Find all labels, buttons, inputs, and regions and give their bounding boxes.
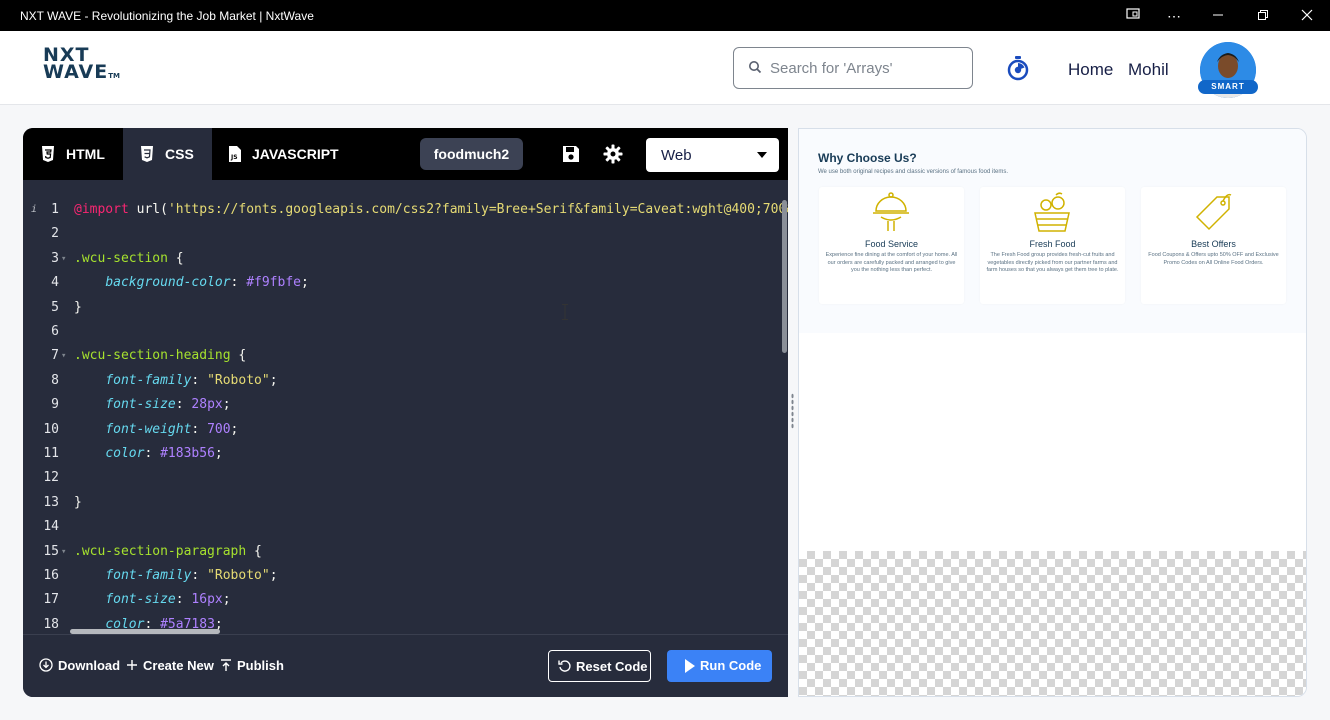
publish-icon xyxy=(221,659,231,671)
code-line: 2 xyxy=(51,226,59,242)
card-description: Food Coupons & Offers upto 50% OFF and E… xyxy=(1148,252,1279,266)
vertical-scrollbar[interactable] xyxy=(782,200,787,353)
transparent-background-area xyxy=(799,551,1306,696)
nav-home-link[interactable]: Home xyxy=(1068,60,1113,80)
fold-arrow-icon[interactable]: ▾ xyxy=(61,540,66,564)
code-line: 5} xyxy=(51,299,82,315)
cast-icon[interactable] xyxy=(1123,6,1143,26)
panel-resize-handle[interactable] xyxy=(788,128,798,697)
nxtwave-logo[interactable]: NXT WAVETM xyxy=(43,46,120,85)
search-box[interactable] xyxy=(733,47,973,89)
restore-icon[interactable] xyxy=(1253,6,1273,26)
reset-code-label: Reset Code xyxy=(576,659,648,674)
logo-line2: WAVE xyxy=(43,61,109,83)
smart-badge: SMART xyxy=(1198,80,1258,94)
card-description: The Fresh Food group provides fresh-cut … xyxy=(986,252,1119,273)
preview-panel: Why Choose Us? We use both original reci… xyxy=(798,128,1307,697)
run-code-button[interactable]: Run Code xyxy=(667,650,772,682)
tab-javascript[interactable]: JS JAVASCRIPT xyxy=(212,128,352,180)
code-area[interactable]: i 1 @import url('https://fonts.googleapis.… xyxy=(23,198,788,631)
save-icon[interactable] xyxy=(562,145,580,163)
fresh-food-basket-icon xyxy=(1034,192,1070,232)
code-line: 8 font-family: "Roboto"; xyxy=(51,372,278,388)
view-mode-select[interactable]: Web xyxy=(646,138,779,172)
tab-css-label: CSS xyxy=(165,146,194,162)
publish-label: Publish xyxy=(237,658,284,673)
code-line: 11 color: #183b56; xyxy=(43,446,223,461)
text-cursor-icon xyxy=(562,304,568,320)
section-heading: Why Choose Us? xyxy=(818,151,917,165)
code-line: 15 ▾ .wcu-section-paragraph { xyxy=(23,540,783,564)
fold-arrow-icon[interactable]: ▾ xyxy=(61,247,66,271)
view-mode-value: Web xyxy=(661,147,692,164)
more-options-icon[interactable]: ⋯ xyxy=(1164,6,1184,26)
code-line: 10 font-weight: 700; xyxy=(43,421,239,437)
code-line: 7 ▾ .wcu-section-heading { xyxy=(23,344,783,368)
search-icon xyxy=(749,61,762,74)
download-label: Download xyxy=(58,658,121,673)
feature-card-food-service: Food Service Experience fine dining at t… xyxy=(819,187,964,304)
section-paragraph: We use both original recipes and classic… xyxy=(818,169,1008,175)
feature-card-best-offers: Best Offers Food Coupons & Offers upto 5… xyxy=(1141,187,1286,304)
reset-icon xyxy=(558,660,571,672)
code-line: 6 xyxy=(51,324,59,339)
run-code-label: Run Code xyxy=(700,658,762,673)
code-line: 4 background-color: #f9fbfe; xyxy=(51,275,309,291)
offer-tag-icon xyxy=(1195,193,1232,231)
project-name-button[interactable]: foodmuch2 xyxy=(420,138,523,170)
code-line: i 1 @import url('https://fonts.googleapis.… xyxy=(23,198,788,222)
tab-html[interactable]: HTML xyxy=(23,128,123,180)
editor-footer: Download Create New Publish Reset Code R… xyxy=(23,634,788,697)
create-new-label: Create New xyxy=(143,658,214,673)
tab-html-label: HTML xyxy=(66,146,105,162)
window-titlebar: NXT WAVE - Revolutionizing the Job Marke… xyxy=(0,0,1330,31)
card-title: Food Service xyxy=(864,239,919,249)
food-service-cloche-icon xyxy=(873,192,909,231)
code-line: 12 xyxy=(43,470,59,486)
card-description: Experience fine dining at the comfort of… xyxy=(825,252,958,273)
search-input[interactable] xyxy=(770,58,960,78)
logo-tm: TM xyxy=(108,72,120,80)
tab-css[interactable]: CSS xyxy=(123,128,212,180)
minimize-icon[interactable] xyxy=(1208,6,1228,26)
close-icon[interactable] xyxy=(1297,6,1317,26)
caret-down-icon xyxy=(757,152,767,158)
code-line: 16 font-family: "Roboto"; xyxy=(43,568,278,583)
why-choose-us-section: Why Choose Us? We use both original reci… xyxy=(799,129,1306,333)
js-file-icon: JS xyxy=(229,146,241,162)
drag-dots-icon xyxy=(791,393,794,429)
css3-icon xyxy=(141,146,153,162)
play-icon xyxy=(685,659,695,673)
html5-icon xyxy=(42,146,54,162)
nav-user-name[interactable]: Mohil xyxy=(1128,60,1169,80)
card-title: Best Offers xyxy=(1191,239,1236,249)
code-line: 3 ▾ .wcu-section { xyxy=(23,247,783,271)
feature-card-fresh-food: Fresh Food The Fresh Food group provides… xyxy=(980,187,1125,304)
editor-tabs: HTML CSS JS JAVASCRIPT foodmuch2 Web xyxy=(23,128,788,180)
card-title: Fresh Food xyxy=(1029,239,1076,249)
gear-icon[interactable] xyxy=(603,144,623,164)
plus-icon xyxy=(127,660,137,670)
tab-javascript-label: JAVASCRIPT xyxy=(252,146,339,162)
fold-arrow-icon[interactable]: ▾ xyxy=(61,344,66,368)
site-header: NXT WAVETM Home Mohil SMART xyxy=(0,31,1330,105)
code-line: 17 font-size: 16px; xyxy=(43,592,231,608)
download-icon xyxy=(39,658,53,672)
stopwatch-icon[interactable] xyxy=(1006,55,1030,81)
svg-text:JS: JS xyxy=(230,154,238,161)
code-line: 13} xyxy=(43,494,82,510)
window-title: NXT WAVE - Revolutionizing the Job Marke… xyxy=(20,9,314,23)
code-line: 9 font-size: 28px; xyxy=(51,397,231,413)
code-editor-panel: HTML CSS JS JAVASCRIPT foodmuch2 Web i 1… xyxy=(23,128,788,697)
reset-code-button[interactable]: Reset Code xyxy=(548,650,651,682)
code-line: 14 xyxy=(43,519,59,535)
